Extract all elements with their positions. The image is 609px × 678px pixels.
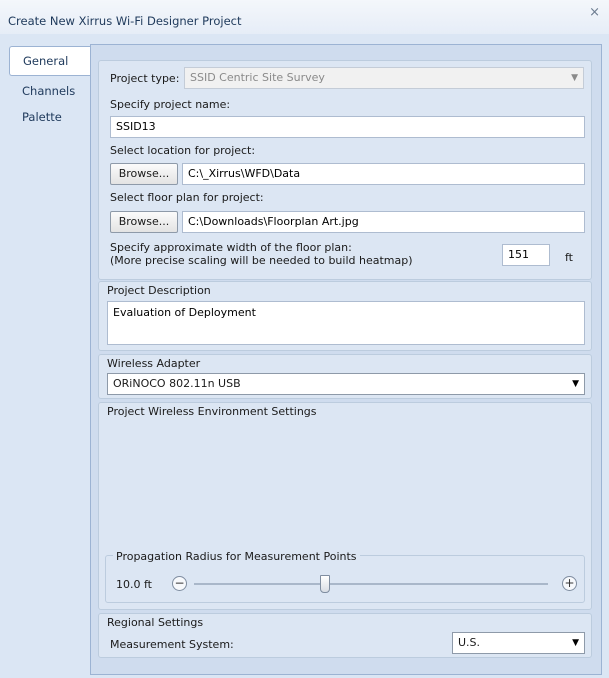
propagation-group: Propagation Radius for Measurement Point… [105, 550, 585, 603]
floor-width-input[interactable]: 151 [502, 244, 550, 266]
adapter-select[interactable]: ORiNOCO 802.11n USB ▼ [107, 373, 585, 395]
width-unit: ft [565, 251, 573, 264]
width-hint: (More precise scaling will be needed to … [110, 254, 413, 267]
environment-title: Project Wireless Environment Settings [107, 405, 317, 418]
tab-channels[interactable]: Channels [9, 78, 91, 104]
measurement-system-value: U.S. [458, 636, 481, 649]
measurement-system-select[interactable]: U.S. ▼ [452, 632, 585, 654]
location-label: Select location for project: [110, 144, 256, 157]
propagation-title: Propagation Radius for Measurement Point… [113, 550, 360, 563]
general-panel: Project type: SSID Centric Site Survey ▼… [98, 60, 592, 280]
adapter-value: ORiNOCO 802.11n USB [113, 377, 241, 390]
description-input[interactable]: Evaluation of Deployment [107, 301, 585, 345]
location-input[interactable]: C:\_Xirrus\WFD\Data [182, 163, 585, 185]
propagation-value: 10.0 ft [116, 578, 152, 591]
close-icon[interactable]: × [589, 5, 600, 20]
title-bar: Create New Xirrus Wi-Fi Designer Project… [0, 0, 609, 34]
project-type-label: Project type: [110, 72, 180, 85]
minus-icon[interactable]: − [172, 576, 187, 591]
measurement-system-label: Measurement System: [110, 638, 234, 651]
adapter-panel: Wireless Adapter ORiNOCO 802.11n USB ▼ [98, 354, 592, 399]
project-name-label: Specify project name: [110, 98, 231, 111]
propagation-slider-thumb[interactable] [319, 575, 330, 593]
tab-list: General Channels Palette [9, 46, 103, 130]
floorplan-input[interactable]: C:\Downloads\Floorplan Art.jpg [182, 211, 585, 233]
adapter-title: Wireless Adapter [107, 357, 201, 370]
window-title: Create New Xirrus Wi-Fi Designer Project [8, 14, 242, 28]
width-label: Specify approximate width of the floor p… [110, 241, 352, 254]
project-type-select: SSID Centric Site Survey ▼ [184, 67, 584, 89]
regional-title: Regional Settings [107, 616, 204, 629]
project-name-input[interactable]: SSID13 [110, 116, 585, 138]
description-title: Project Description [107, 284, 211, 297]
plus-icon[interactable]: + [562, 576, 577, 591]
location-browse-button[interactable]: Browse... [110, 163, 178, 185]
tab-content: Project type: SSID Centric Site Survey ▼… [90, 44, 602, 675]
description-panel: Project Description Evaluation of Deploy… [98, 281, 592, 351]
chevron-down-icon: ▼ [571, 73, 578, 83]
chevron-down-icon: ▼ [572, 379, 579, 389]
tab-general[interactable]: General [9, 46, 103, 76]
chevron-down-icon: ▼ [572, 638, 579, 648]
project-type-value: SSID Centric Site Survey [190, 71, 325, 84]
tab-palette[interactable]: Palette [9, 104, 91, 130]
floorplan-label: Select floor plan for project: [110, 191, 264, 204]
environment-panel: Project Wireless Environment Settings Pr… [98, 402, 592, 610]
propagation-slider-track[interactable] [194, 583, 548, 585]
regional-panel: Regional Settings Measurement System: U.… [98, 613, 592, 658]
floorplan-browse-button[interactable]: Browse... [110, 211, 178, 233]
